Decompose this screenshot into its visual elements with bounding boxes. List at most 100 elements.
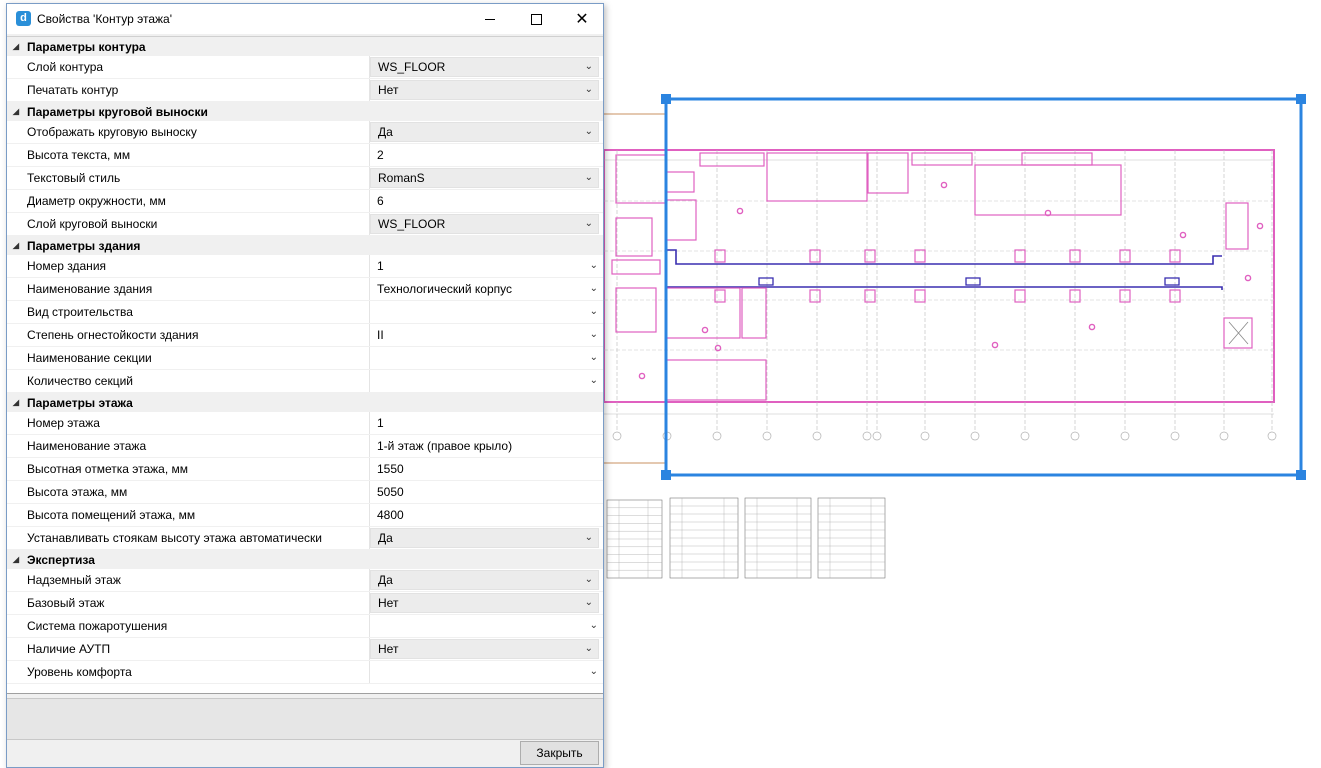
property-row[interactable]: Печатать контур Нет ⌄	[7, 79, 603, 102]
chevron-down-icon[interactable]: ⌄	[590, 666, 598, 677]
property-value-field[interactable]: ⌄	[370, 615, 603, 637]
property-value-text: 1550	[377, 462, 404, 476]
chevron-down-icon[interactable]: ⌄	[585, 218, 593, 229]
property-row[interactable]: Номер этажа 1	[7, 412, 603, 435]
chevron-down-icon[interactable]: ⌄	[590, 620, 598, 631]
chevron-down-icon[interactable]: ⌄	[585, 172, 593, 183]
chevron-down-icon[interactable]: ⌄	[585, 597, 593, 608]
minimize-button[interactable]	[467, 4, 513, 34]
chevron-down-icon[interactable]: ⌄	[590, 352, 598, 363]
category-header[interactable]: ◢ Параметры этажа	[7, 393, 603, 412]
chevron-down-icon[interactable]: ⌄	[590, 260, 598, 271]
property-value-field[interactable]: ⌄	[370, 661, 603, 683]
property-value-field[interactable]: ⌄	[370, 347, 603, 369]
collapse-triangle-icon[interactable]: ◢	[7, 42, 25, 51]
property-row[interactable]: Вид строительства ⌄	[7, 301, 603, 324]
property-value-dropdown[interactable]: Нет ⌄	[370, 80, 599, 100]
maximize-icon	[530, 13, 542, 25]
collapse-triangle-icon[interactable]: ◢	[7, 398, 25, 407]
selection-grip	[661, 94, 671, 104]
chevron-down-icon[interactable]: ⌄	[585, 532, 593, 543]
property-value-dropdown[interactable]: Да ⌄	[370, 570, 599, 590]
title-bar[interactable]: d Свойства 'Контур этажа' ✕	[7, 4, 603, 34]
property-value-field[interactable]: Технологический корпус ⌄	[370, 278, 603, 300]
equipment-marker	[940, 181, 948, 189]
equipment-marker	[1244, 274, 1252, 282]
equipment-symbol	[1164, 277, 1180, 286]
property-value-text: Нет	[378, 83, 399, 97]
property-name: Наименование здания	[7, 278, 370, 300]
collapse-triangle-icon[interactable]: ◢	[7, 555, 25, 564]
property-value-field[interactable]: 4800	[370, 504, 603, 526]
property-row[interactable]: Слой контура WS_FLOOR ⌄	[7, 56, 603, 79]
chevron-down-icon[interactable]: ⌄	[585, 61, 593, 72]
chevron-down-icon[interactable]: ⌄	[590, 306, 598, 317]
column	[864, 249, 876, 263]
property-name: Количество секций	[7, 370, 370, 392]
property-value-text: 4800	[377, 508, 404, 522]
property-value-field[interactable]: ⌄	[370, 301, 603, 323]
property-value-field[interactable]: 1550	[370, 458, 603, 480]
property-row[interactable]: Количество секций ⌄	[7, 370, 603, 393]
property-name: Высотная отметка этажа, мм	[7, 458, 370, 480]
property-row[interactable]: Высота помещений этажа, мм 4800	[7, 504, 603, 527]
room-outline	[1021, 152, 1093, 166]
property-name: Наличие АУТП	[7, 638, 370, 660]
property-value-dropdown[interactable]: Да ⌄	[370, 122, 599, 142]
property-value-dropdown[interactable]: Нет ⌄	[370, 593, 599, 613]
property-value-field[interactable]: 6	[370, 190, 603, 212]
app-icon: d	[16, 11, 31, 26]
property-value-field[interactable]: 1 ⌄	[370, 255, 603, 277]
property-name: Высота текста, мм	[7, 144, 370, 166]
collapse-triangle-icon[interactable]: ◢	[7, 241, 25, 250]
category-header[interactable]: ◢ Параметры круговой выноски	[7, 102, 603, 121]
property-value-field[interactable]: ⌄	[370, 370, 603, 392]
building-outline	[603, 149, 1275, 403]
chevron-down-icon[interactable]: ⌄	[590, 283, 598, 294]
maximize-button[interactable]	[513, 4, 559, 34]
property-value-dropdown[interactable]: Да ⌄	[370, 528, 599, 548]
collapse-triangle-icon[interactable]: ◢	[7, 107, 25, 116]
property-value-field[interactable]: 2	[370, 144, 603, 166]
chevron-down-icon[interactable]: ⌄	[585, 574, 593, 585]
property-row[interactable]: Базовый этаж Нет ⌄	[7, 592, 603, 615]
property-value-dropdown[interactable]: WS_FLOOR ⌄	[370, 57, 599, 77]
property-row[interactable]: Устанавливать стоякам высоту этажа автом…	[7, 527, 603, 550]
property-row[interactable]: Номер здания 1 ⌄	[7, 255, 603, 278]
close-button[interactable]: Закрыть	[520, 741, 599, 765]
chevron-down-icon[interactable]: ⌄	[590, 375, 598, 386]
property-row[interactable]: Высота текста, мм 2	[7, 144, 603, 167]
property-row[interactable]: Высотная отметка этажа, мм 1550	[7, 458, 603, 481]
property-row[interactable]: Наименование этажа 1-й этаж (правое крыло…	[7, 435, 603, 458]
property-value-field[interactable]: 5050	[370, 481, 603, 503]
property-row[interactable]: Наименование здания Технологический корпу…	[7, 278, 603, 301]
chevron-down-icon[interactable]: ⌄	[585, 643, 593, 654]
property-row[interactable]: Высота этажа, мм 5050	[7, 481, 603, 504]
property-value-field[interactable]: 1	[370, 412, 603, 434]
property-row[interactable]: Диаметр окружности, мм 6	[7, 190, 603, 213]
axis-marker	[612, 431, 622, 441]
category-header[interactable]: ◢ Параметры контура	[7, 37, 603, 56]
property-row[interactable]: Отображать круговую выноску Да ⌄	[7, 121, 603, 144]
chevron-down-icon[interactable]: ⌄	[590, 329, 598, 340]
property-value-field[interactable]: 1-й этаж (правое крыло)	[370, 435, 603, 457]
property-value-dropdown[interactable]: Нет ⌄	[370, 639, 599, 659]
chevron-down-icon[interactable]: ⌄	[585, 84, 593, 95]
close-window-button[interactable]: ✕	[559, 4, 605, 34]
axis-marker	[1219, 431, 1229, 441]
category-header[interactable]: ◢ Экспертиза	[7, 550, 603, 569]
property-row[interactable]: Степень огнестойкости здания II ⌄	[7, 324, 603, 347]
property-row[interactable]: Наименование секции ⌄	[7, 347, 603, 370]
property-row[interactable]: Наличие АУТП Нет ⌄	[7, 638, 603, 661]
property-value-dropdown[interactable]: RomanS ⌄	[370, 168, 599, 188]
property-value-dropdown[interactable]: WS_FLOOR ⌄	[370, 214, 599, 234]
property-row[interactable]: Слой круговой выноски WS_FLOOR ⌄	[7, 213, 603, 236]
room-outline	[665, 359, 767, 401]
property-row[interactable]: Текстовый стиль RomanS ⌄	[7, 167, 603, 190]
property-row[interactable]: Уровень комфорта ⌄	[7, 661, 603, 684]
property-value-field[interactable]: II ⌄	[370, 324, 603, 346]
property-row[interactable]: Система пожаротушения ⌄	[7, 615, 603, 638]
category-header[interactable]: ◢ Параметры здания	[7, 236, 603, 255]
chevron-down-icon[interactable]: ⌄	[585, 126, 593, 137]
property-row[interactable]: Надземный этаж Да ⌄	[7, 569, 603, 592]
